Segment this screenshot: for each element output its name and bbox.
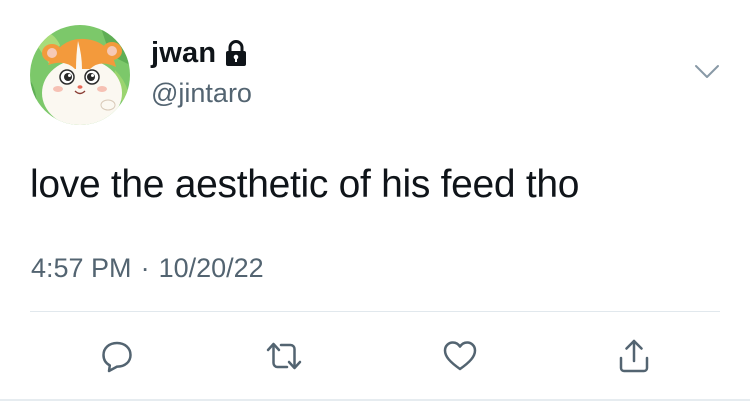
- retweet-icon: [265, 339, 303, 373]
- speech-bubble-icon: [100, 339, 134, 373]
- divider: [30, 311, 720, 312]
- chevron-down-icon[interactable]: [694, 64, 720, 80]
- meta-separator: ·: [140, 253, 150, 283]
- hamster-avatar-icon: [30, 25, 130, 125]
- share-button[interactable]: [612, 334, 656, 378]
- tweet-timestamp[interactable]: 4:57 PM · 10/20/22: [31, 253, 264, 284]
- tweet-text: love the aesthetic of his feed tho: [30, 163, 580, 206]
- tweet-date: 10/20/22: [158, 253, 264, 283]
- display-name[interactable]: jwan: [151, 37, 216, 70]
- avatar[interactable]: [30, 25, 130, 125]
- heart-icon: [442, 339, 478, 373]
- tweet-time: 4:57 PM: [31, 253, 132, 283]
- lock-icon: [225, 39, 247, 67]
- action-bar: [0, 334, 750, 378]
- share-icon: [617, 338, 651, 374]
- tweet-card: jwan @jintaro love the aesthetic of his …: [0, 0, 750, 401]
- display-name-row: jwan: [151, 36, 247, 70]
- retweet-button[interactable]: [262, 334, 306, 378]
- user-handle[interactable]: @jintaro: [151, 78, 252, 109]
- like-button[interactable]: [438, 334, 482, 378]
- reply-button[interactable]: [95, 334, 139, 378]
